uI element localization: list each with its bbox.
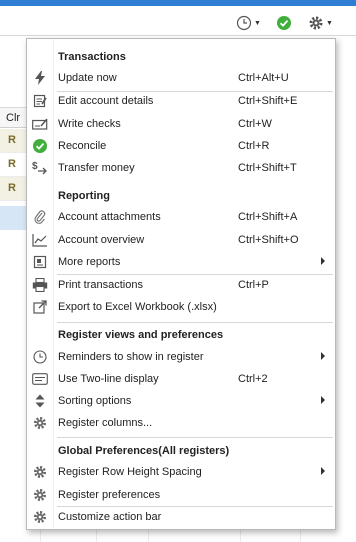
menu-divider — [57, 322, 333, 323]
menu-item-shortcut: Ctrl+Alt+U — [238, 72, 289, 84]
clr-value: R — [8, 182, 16, 194]
gear-icon — [32, 509, 48, 525]
menu-item-label: Sorting options — [58, 395, 132, 407]
menu-item-shortcut: Ctrl+Shift+T — [238, 162, 297, 174]
menu-item-account-overview[interactable]: Account overview Ctrl+Shift+O — [27, 229, 335, 251]
menu-item-label: Account overview — [58, 234, 145, 246]
menu-item-label: Register preferences — [58, 489, 161, 501]
submenu-arrow-icon — [321, 467, 325, 475]
section-global-preferences: Global Preferences(All registers) — [58, 445, 230, 457]
menu-item-row-height-spacing[interactable]: Register Row Height Spacing — [27, 461, 335, 483]
menu-item-label: Print transactions — [58, 279, 143, 291]
gear-icon — [32, 464, 48, 480]
edit-document-icon — [32, 93, 48, 109]
menu-item-shortcut: Ctrl+Shift+O — [238, 234, 299, 246]
menu-item-shortcut: Ctrl+Shift+E — [238, 95, 298, 107]
section-transactions: Transactions — [58, 51, 126, 63]
menu-item-label: Export to Excel Workbook (.xlsx) — [58, 301, 217, 313]
menu-item-update-now[interactable]: Update now Ctrl+Alt+U — [27, 67, 335, 89]
clr-value: R — [8, 158, 16, 170]
menu-item-label: Register columns... — [58, 417, 153, 429]
clr-value: R — [8, 134, 16, 146]
menu-item-two-line-display[interactable]: Use Two-line display Ctrl+2 — [27, 368, 335, 390]
submenu-arrow-icon — [321, 352, 325, 360]
submenu-arrow-icon — [321, 396, 325, 404]
sort-icon — [32, 393, 48, 409]
menu-item-edit-account-details[interactable]: Edit account details Ctrl+Shift+E — [27, 90, 335, 112]
menu-item-shortcut: Ctrl+P — [238, 279, 269, 291]
printer-icon — [32, 277, 48, 293]
register-actions-menu: Transactions Update now Ctrl+Alt+U Edit … — [26, 38, 336, 530]
clock-icon — [32, 349, 48, 365]
menu-item-shortcut: Ctrl+W — [238, 118, 272, 130]
svg-text:$: $ — [32, 161, 38, 172]
menu-item-label: Customize action bar — [58, 511, 162, 523]
menu-item-label: Update now — [58, 72, 117, 84]
menu-item-label: Use Two-line display — [58, 373, 159, 385]
menu-item-shortcut: Ctrl+2 — [238, 373, 268, 385]
action-bar: ▼ ▼ — [0, 0, 356, 36]
menu-item-label: Write checks — [58, 118, 121, 130]
menu-item-write-checks[interactable]: Write checks Ctrl+W — [27, 113, 335, 135]
menu-item-print-transactions[interactable]: Print transactions Ctrl+P — [27, 274, 335, 296]
green-check-icon — [277, 16, 291, 30]
menu-item-label: Reminders to show in register — [58, 351, 204, 363]
window-title-strip — [0, 0, 356, 6]
menu-item-more-reports[interactable]: More reports — [27, 251, 335, 273]
export-icon — [32, 299, 48, 315]
menu-item-label: Edit account details — [58, 95, 154, 107]
gear-icon — [32, 487, 48, 503]
menu-item-customize-action-bar[interactable]: Customize action bar — [27, 506, 335, 528]
section-register-views: Register views and preferences — [58, 329, 224, 341]
lightning-icon — [32, 70, 48, 86]
menu-item-label: Reconcile — [58, 140, 107, 152]
chevron-down-icon: ▼ — [254, 19, 261, 27]
transfer-money-icon: $ — [32, 160, 48, 176]
menu-item-export-excel[interactable]: Export to Excel Workbook (.xlsx) — [27, 296, 335, 318]
reconcile-check-icon — [32, 138, 48, 154]
paperclip-icon — [32, 209, 48, 225]
report-icon — [32, 254, 48, 270]
two-line-display-icon — [32, 371, 48, 387]
menu-item-reconcile[interactable]: Reconcile Ctrl+R — [27, 135, 335, 157]
submenu-arrow-icon — [321, 257, 325, 265]
chevron-down-icon: ▼ — [326, 19, 333, 27]
menu-item-shortcut: Ctrl+Shift+A — [238, 211, 298, 223]
reconcile-toolbar-button[interactable] — [276, 14, 292, 32]
reminders-toolbar-button[interactable]: ▼ — [236, 14, 261, 32]
menu-item-label: More reports — [58, 256, 121, 268]
gear-icon — [309, 16, 323, 30]
column-header-label: Clr — [6, 112, 21, 124]
menu-item-reminders[interactable]: Reminders to show in register — [27, 346, 335, 368]
clock-icon — [236, 15, 252, 31]
check-writing-icon — [32, 116, 48, 132]
gear-icon — [32, 415, 48, 431]
menu-item-label: Account attachments — [58, 211, 161, 223]
menu-item-register-preferences[interactable]: Register preferences — [27, 484, 335, 506]
menu-item-sorting-options[interactable]: Sorting options — [27, 390, 335, 412]
menu-item-label: Register Row Height Spacing — [58, 466, 202, 478]
menu-item-label: Transfer money — [58, 162, 135, 174]
menu-item-transfer-money[interactable]: $ Transfer money Ctrl+Shift+T — [27, 157, 335, 179]
menu-item-account-attachments[interactable]: Account attachments Ctrl+Shift+A — [27, 206, 335, 228]
menu-item-register-columns[interactable]: Register columns... — [27, 412, 335, 434]
settings-toolbar-button[interactable]: ▼ — [308, 14, 333, 32]
menu-item-shortcut: Ctrl+R — [238, 140, 270, 152]
section-reporting: Reporting — [58, 190, 110, 202]
line-chart-icon — [32, 232, 48, 248]
menu-divider — [57, 437, 333, 438]
